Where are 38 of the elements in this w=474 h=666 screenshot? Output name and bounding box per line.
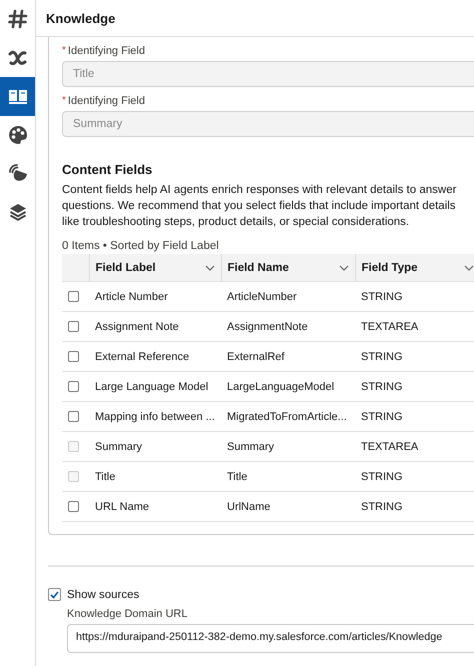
table-cell: TEXTAREA (355, 312, 474, 342)
checkbox-label: Show sources (67, 588, 140, 600)
field-label: Identifying Field (68, 95, 145, 107)
table-cell: STRING (355, 282, 474, 312)
field-label: Knowledge Domain URL (67, 608, 188, 620)
required-mark: * (62, 45, 66, 56)
table-cell: LargeLanguageModel (221, 372, 355, 402)
table-cell: STRING (355, 492, 474, 522)
column-header: Field Type (362, 262, 418, 274)
section-description: Content fields help AI agents enrich responses with relevant details to answer questions. We recommend that you select fields that include important details like troubleshooting steps, product details, or special considerations. (62, 183, 458, 230)
table-cell: Large Language Model (89, 372, 221, 402)
table-cell: STRING (355, 402, 474, 432)
field-label: Identifying Field (68, 45, 145, 57)
table-cell: STRING (355, 462, 474, 492)
table-cell: Title (89, 462, 221, 492)
table-summary: 0 Items • Sorted by Field Label (62, 240, 220, 252)
table-cell: Article Number (89, 282, 221, 312)
page-title: Knowledge (46, 10, 116, 26)
table-cell: External Reference (89, 342, 221, 372)
column-header: Field Name (228, 262, 289, 274)
table-cell: Assignment Note (89, 312, 221, 342)
table-cell: ExternalRef (221, 342, 355, 372)
table-cell: STRING (355, 372, 474, 402)
table-cell: Mapping info between ... (89, 402, 221, 432)
table-cell: ArticleNumber (221, 282, 355, 312)
table-cell: Title (221, 462, 355, 492)
table-cell: TEXTAREA (355, 432, 474, 462)
table-cell: Summary (221, 432, 355, 462)
section-heading: Content Fields (62, 162, 154, 177)
table-cell: UrlName (221, 492, 355, 522)
table-cell: AssignmentNote (221, 312, 355, 342)
column-header: Field Label (96, 262, 156, 274)
table-cell: URL Name (89, 492, 221, 522)
table-cell: MigratedToFromArticle... (221, 402, 355, 432)
table-cell: STRING (355, 342, 474, 372)
table-cell: Summary (89, 432, 221, 462)
url-field[interactable]: https://mduraipand-250112-382-demo.my.salesforce.com/articles/Knowledge (67, 624, 474, 653)
required-mark: * (62, 95, 66, 106)
